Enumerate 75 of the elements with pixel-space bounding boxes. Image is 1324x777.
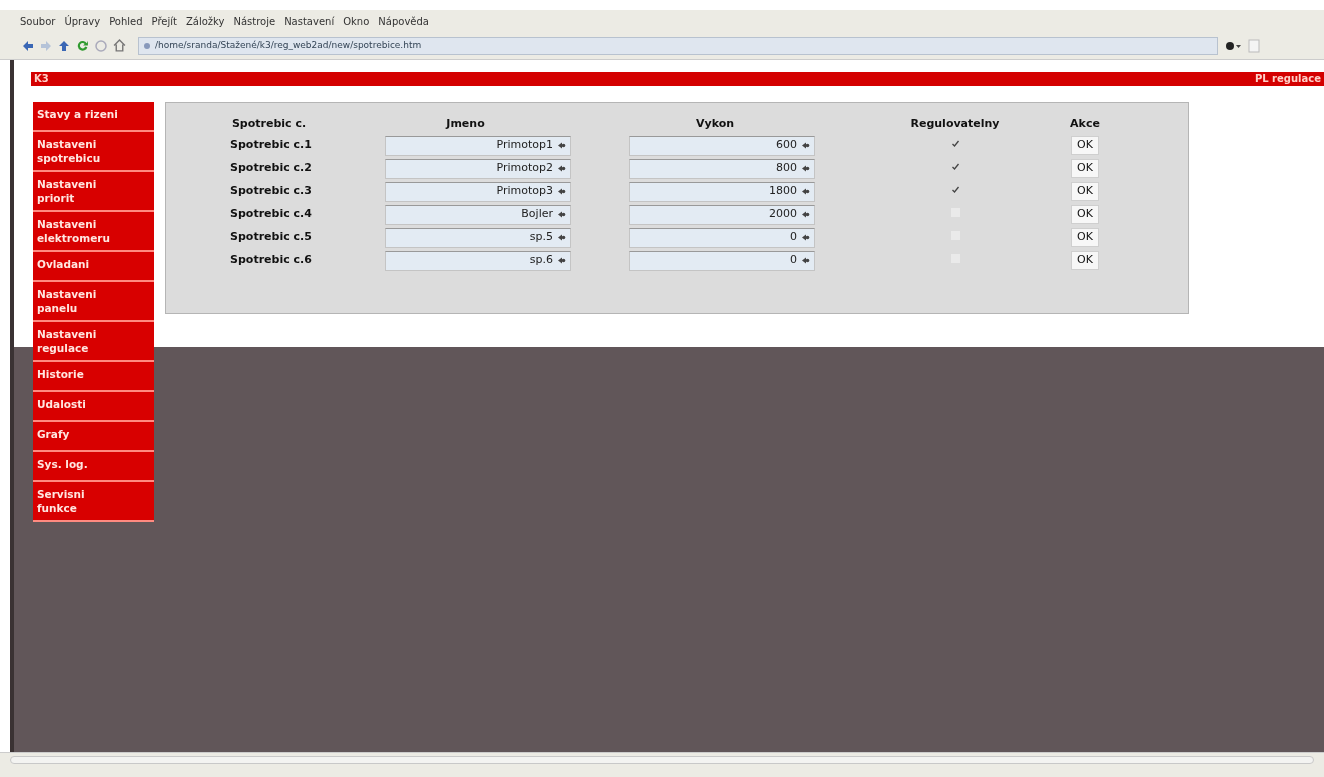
column-header: Akce — [1070, 117, 1100, 130]
horizontal-scrollbar[interactable] — [0, 752, 1324, 777]
field-icon — [557, 164, 566, 173]
menu-item[interactable]: Pohled — [109, 13, 143, 29]
input-field[interactable]: 0 — [629, 227, 815, 248]
field-icon — [801, 141, 810, 150]
checkbox[interactable] — [950, 162, 960, 172]
column-header: Spotrebic c. — [231, 117, 307, 130]
header-title: K3 — [34, 74, 49, 84]
menu-item[interactable]: Úpravy — [64, 13, 101, 29]
sidebar-item[interactable]: Nastaveni spotrebicu — [33, 132, 154, 172]
field-icon — [801, 233, 810, 242]
field-icon — [801, 210, 810, 219]
input-field[interactable]: 0 — [629, 250, 815, 271]
sidebar-item[interactable]: Udalosti — [33, 392, 154, 422]
field-icon — [801, 187, 810, 196]
url-text: /home/sranda/Stažené/k3/reg_web2ad/new/spotrebice.htm — [155, 38, 422, 52]
input-field[interactable]: sp.6 — [385, 250, 571, 271]
sidebar-item[interactable]: Sys. log. — [33, 452, 154, 482]
home-icon[interactable] — [113, 39, 126, 52]
stop-icon[interactable] — [95, 39, 107, 52]
column-header: Jmeno — [446, 117, 485, 130]
sidebar-item[interactable]: Grafy — [33, 422, 154, 452]
menu-item[interactable]: Okno — [343, 13, 370, 29]
back-icon[interactable] — [22, 39, 34, 52]
sidebar-item[interactable]: Historie — [33, 362, 154, 392]
input-field[interactable]: 800 — [629, 158, 815, 179]
field-icon — [557, 141, 566, 150]
field-icon — [557, 187, 566, 196]
input-field[interactable]: 2000 — [629, 204, 815, 225]
address-field[interactable]: /home/sranda/Stažené/k3/reg_web2ad/new/spotrebice.htm — [138, 36, 1218, 55]
input-field[interactable]: Primotop1 — [385, 135, 571, 156]
row-label: Spotrebic c.5 — [230, 230, 312, 244]
ok-button[interactable]: OK — [1071, 251, 1099, 270]
column-header: Vykon — [695, 117, 735, 130]
row-label: Spotrebic c.3 — [230, 184, 312, 198]
row-label: Spotrebic c.6 — [230, 253, 312, 267]
input-field[interactable]: sp.5 — [385, 227, 571, 248]
input-field[interactable]: 1800 — [629, 181, 815, 202]
menu-item[interactable]: Přejít — [151, 13, 177, 29]
input-field[interactable]: Primotop3 — [385, 181, 571, 202]
input-field[interactable]: Primotop2 — [385, 158, 571, 179]
row-label: Spotrebic c.2 — [230, 161, 312, 175]
input-field[interactable]: 600 — [629, 135, 815, 156]
menu-item[interactable]: Nástroje — [233, 13, 276, 29]
field-icon — [557, 210, 566, 219]
sidebar-item[interactable]: Nastaveni panelu — [33, 282, 154, 322]
sidebar-item[interactable]: Stavy a rizeni — [33, 102, 154, 132]
field-icon — [801, 164, 810, 173]
menu-item[interactable]: Soubor — [20, 13, 56, 29]
up-icon[interactable] — [58, 39, 70, 52]
sidebar-item[interactable]: Nastaveni regulace — [33, 322, 154, 362]
menu-item[interactable]: Nastavení — [284, 13, 335, 29]
ok-button[interactable]: OK — [1071, 159, 1099, 178]
ok-button[interactable]: OK — [1071, 136, 1099, 155]
input-field[interactable]: Bojler — [385, 204, 571, 225]
checkbox[interactable] — [950, 185, 960, 195]
sidebar-item[interactable]: Ovladani — [33, 252, 154, 282]
field-icon — [557, 233, 566, 242]
checkbox[interactable] — [950, 139, 960, 149]
ok-button[interactable]: OK — [1071, 205, 1099, 224]
row-label: Spotrebic c.4 — [230, 207, 312, 221]
sidebar-item[interactable]: Nastaveni priorit — [33, 172, 154, 212]
menu-item[interactable]: Záložky — [185, 13, 225, 29]
sidebar-item[interactable]: Servisni funkce — [33, 482, 154, 522]
sidebar-item[interactable]: Nastaveni elektromeru — [33, 212, 154, 252]
row-label: Spotrebic c.1 — [230, 138, 312, 152]
field-icon — [801, 256, 810, 265]
header-subtitle: PL regulace — [1254, 74, 1321, 84]
ok-button[interactable]: OK — [1071, 228, 1099, 247]
field-icon — [557, 256, 566, 265]
menu-item[interactable]: Nápověda — [378, 13, 429, 29]
ok-button[interactable]: OK — [1071, 182, 1099, 201]
reload-icon[interactable] — [76, 39, 89, 52]
column-header: Regulovatelny — [910, 117, 1000, 130]
